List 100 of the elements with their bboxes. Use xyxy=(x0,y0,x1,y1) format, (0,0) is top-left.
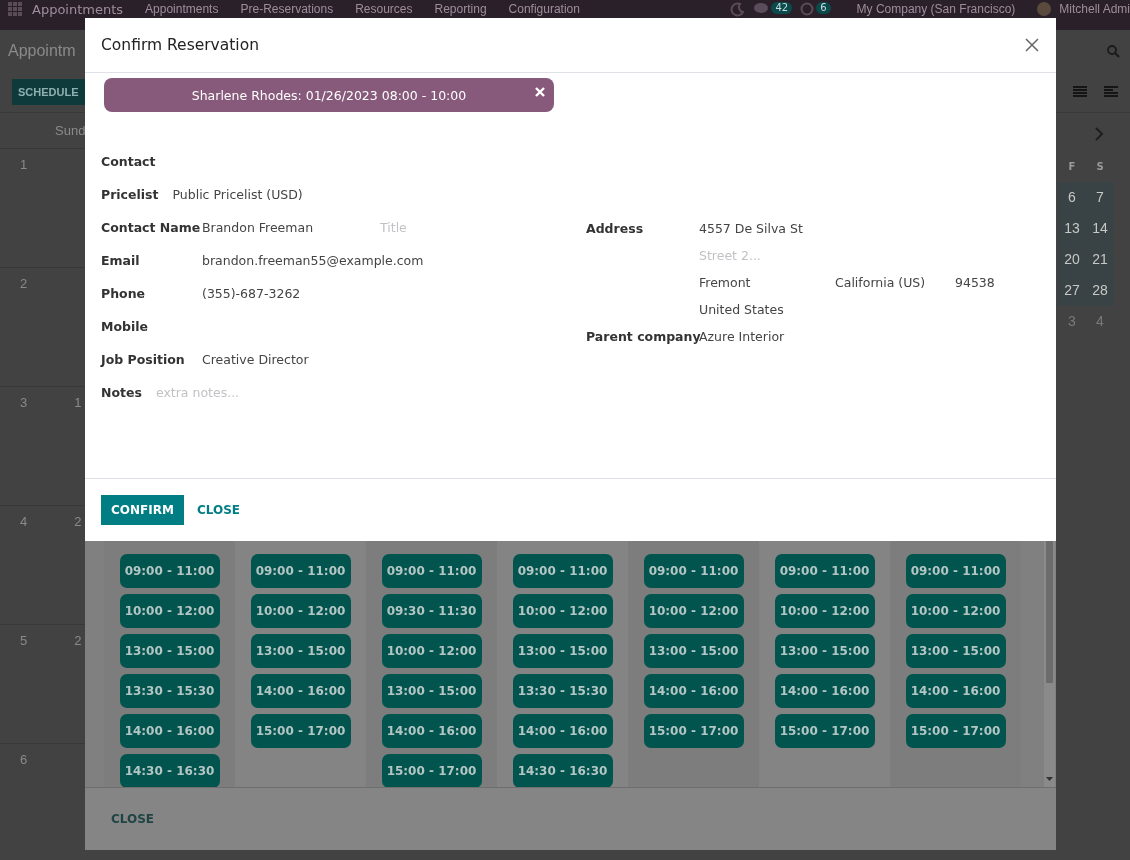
calendar-day[interactable]: 7 xyxy=(1086,182,1114,213)
close-icon[interactable] xyxy=(1024,37,1040,53)
calendar-day[interactable]: 28 xyxy=(1086,275,1114,306)
menu-item[interactable]: Pre-Reservations xyxy=(240,2,334,16)
menu-item[interactable]: Resources xyxy=(355,2,413,16)
calendar-day[interactable]: 6 xyxy=(1058,182,1086,213)
close-button[interactable]: CLOSE xyxy=(196,503,240,517)
menu-item[interactable]: Appointments xyxy=(145,2,219,16)
input-field[interactable]: (355)-687-3262 xyxy=(202,284,462,304)
time-slot-button[interactable]: 14:30 - 16:30 xyxy=(512,754,613,787)
list-settings-icon[interactable] xyxy=(1104,86,1118,98)
field-label: Contact Name xyxy=(101,219,202,237)
time-slot-button[interactable]: 09:00 - 11:00 xyxy=(905,554,1006,588)
next-month-icon[interactable] xyxy=(1095,127,1104,141)
day-number: 2 xyxy=(74,514,82,531)
time-slot-button[interactable]: 10:00 - 12:00 xyxy=(119,594,220,628)
input-field[interactable]: Fremont xyxy=(699,273,835,293)
time-slot-button[interactable]: 14:00 - 16:00 xyxy=(643,674,744,708)
field-label: Mobile xyxy=(101,318,150,336)
time-slot-button[interactable]: 13:00 - 15:00 xyxy=(119,634,220,668)
time-slot-button[interactable]: 15:00 - 17:00 xyxy=(643,714,744,748)
time-slot-button[interactable]: 13:00 - 15:00 xyxy=(250,634,351,668)
time-slot-button[interactable]: 13:00 - 15:00 xyxy=(512,634,613,668)
activity-count-badge: 6 xyxy=(816,2,831,14)
time-slot-button[interactable]: 14:00 - 16:00 xyxy=(119,714,220,748)
confirm-button[interactable]: CONFIRM xyxy=(101,495,184,525)
moon-icon[interactable] xyxy=(729,2,746,18)
schedule-button[interactable]: SCHEDULE xyxy=(12,79,85,105)
calendar-day[interactable]: 20 xyxy=(1058,244,1086,275)
week-number: 1 xyxy=(20,157,28,174)
time-slot-button[interactable]: 09:00 - 11:00 xyxy=(250,554,351,588)
input-field[interactable]: extra notes... xyxy=(155,383,356,403)
input-field[interactable]: California (US) xyxy=(835,273,955,293)
time-slot-button[interactable]: 10:00 - 12:00 xyxy=(643,594,744,628)
search-icon[interactable] xyxy=(1107,44,1120,58)
calendar-day[interactable]: 21 xyxy=(1086,244,1114,275)
apps-menu-icon[interactable] xyxy=(8,2,22,16)
weekday-header: S xyxy=(1095,160,1105,174)
field-label: Job Position xyxy=(101,351,186,369)
time-slot-button[interactable]: 14:00 - 16:00 xyxy=(774,674,875,708)
time-slot-button[interactable]: 10:00 - 12:00 xyxy=(381,634,482,668)
time-slot-button[interactable]: 14:00 - 16:00 xyxy=(381,714,482,748)
time-slot-button[interactable]: 09:00 - 11:00 xyxy=(119,554,220,588)
menu-item[interactable]: Reporting xyxy=(434,2,487,16)
day-number: 1 xyxy=(74,395,82,412)
company-name[interactable]: My Company (San Francisco) xyxy=(856,2,1016,16)
time-slot-button[interactable]: 10:00 - 12:00 xyxy=(774,594,875,628)
time-slot-button[interactable]: 15:00 - 17:00 xyxy=(381,754,482,787)
time-slot-button[interactable]: 15:00 - 17:00 xyxy=(774,714,875,748)
calendar-day[interactable]: 13 xyxy=(1058,213,1086,244)
day-number: 2 xyxy=(74,633,82,650)
input-field[interactable]: Azure Interior xyxy=(699,327,919,347)
time-slot-button[interactable]: 13:30 - 15:30 xyxy=(512,674,613,708)
time-slot-button[interactable]: 09:00 - 11:00 xyxy=(643,554,744,588)
scrollbar[interactable] xyxy=(1044,541,1055,787)
clock-icon[interactable] xyxy=(800,2,815,16)
input-field[interactable]: 94538 xyxy=(955,273,1035,293)
time-slot-button[interactable]: 15:00 - 17:00 xyxy=(250,714,351,748)
time-slot-button[interactable]: 10:00 - 12:00 xyxy=(250,594,351,628)
remove-icon[interactable] xyxy=(534,86,546,98)
time-slot-button[interactable]: 10:00 - 12:00 xyxy=(905,594,1006,628)
app-title: Appointments xyxy=(32,2,124,17)
time-slot-button[interactable]: 14:00 - 16:00 xyxy=(512,714,613,748)
field-label: Contact xyxy=(101,153,157,171)
field-label: Address xyxy=(586,220,645,238)
time-slot-button[interactable]: 09:00 - 11:00 xyxy=(512,554,613,588)
time-slot-button[interactable]: 13:00 - 15:00 xyxy=(381,674,482,708)
time-slot-button[interactable]: 09:30 - 11:30 xyxy=(381,594,482,628)
time-slot-button[interactable]: 13:00 - 15:00 xyxy=(905,634,1006,668)
time-slot-button[interactable]: 13:00 - 15:00 xyxy=(643,634,744,668)
calendar-day[interactable]: 27 xyxy=(1058,275,1086,306)
field-label: Pricelist xyxy=(101,186,159,204)
time-slot-button[interactable]: 14:00 - 16:00 xyxy=(250,674,351,708)
user-avatar[interactable] xyxy=(1037,2,1052,16)
input-field[interactable]: Brandon Freeman xyxy=(202,218,380,238)
input-field[interactable]: Creative Director xyxy=(202,350,462,370)
time-slot-button[interactable]: 10:00 - 12:00 xyxy=(512,594,613,628)
list-view-icon[interactable] xyxy=(1073,86,1087,98)
time-slot-button[interactable]: 14:00 - 16:00 xyxy=(905,674,1006,708)
time-slot-button[interactable]: 15:00 - 17:00 xyxy=(905,714,1006,748)
menu-item[interactable]: Configuration xyxy=(508,2,580,16)
week-number: 5 xyxy=(20,633,28,650)
user-name[interactable]: Mitchell Admi xyxy=(1059,2,1130,16)
time-slot-button[interactable]: 13:00 - 15:00 xyxy=(774,634,875,668)
week-number: 3 xyxy=(20,395,28,412)
day-header: Sund xyxy=(55,123,86,138)
input-field[interactable]: Street 2... xyxy=(699,246,919,266)
chat-icon[interactable] xyxy=(753,2,770,16)
close-button[interactable]: CLOSE xyxy=(111,812,155,826)
input-field[interactable]: brandon.freeman55@example.com xyxy=(202,251,462,271)
time-slot-button[interactable]: 09:00 - 11:00 xyxy=(381,554,482,588)
input-field[interactable]: 4557 De Silva St xyxy=(699,219,919,239)
input-field[interactable]: Public Pricelist (USD) xyxy=(172,185,373,205)
time-slot-button[interactable]: 09:00 - 11:00 xyxy=(774,554,875,588)
calendar-day[interactable]: 14 xyxy=(1086,213,1114,244)
time-slot-button[interactable]: 13:30 - 15:30 xyxy=(119,674,220,708)
input-field[interactable]: Title xyxy=(380,218,520,238)
time-slot-button[interactable]: 14:30 - 16:30 xyxy=(119,754,220,787)
field-label: Parent company xyxy=(586,328,699,346)
input-field[interactable]: United States xyxy=(699,300,919,320)
